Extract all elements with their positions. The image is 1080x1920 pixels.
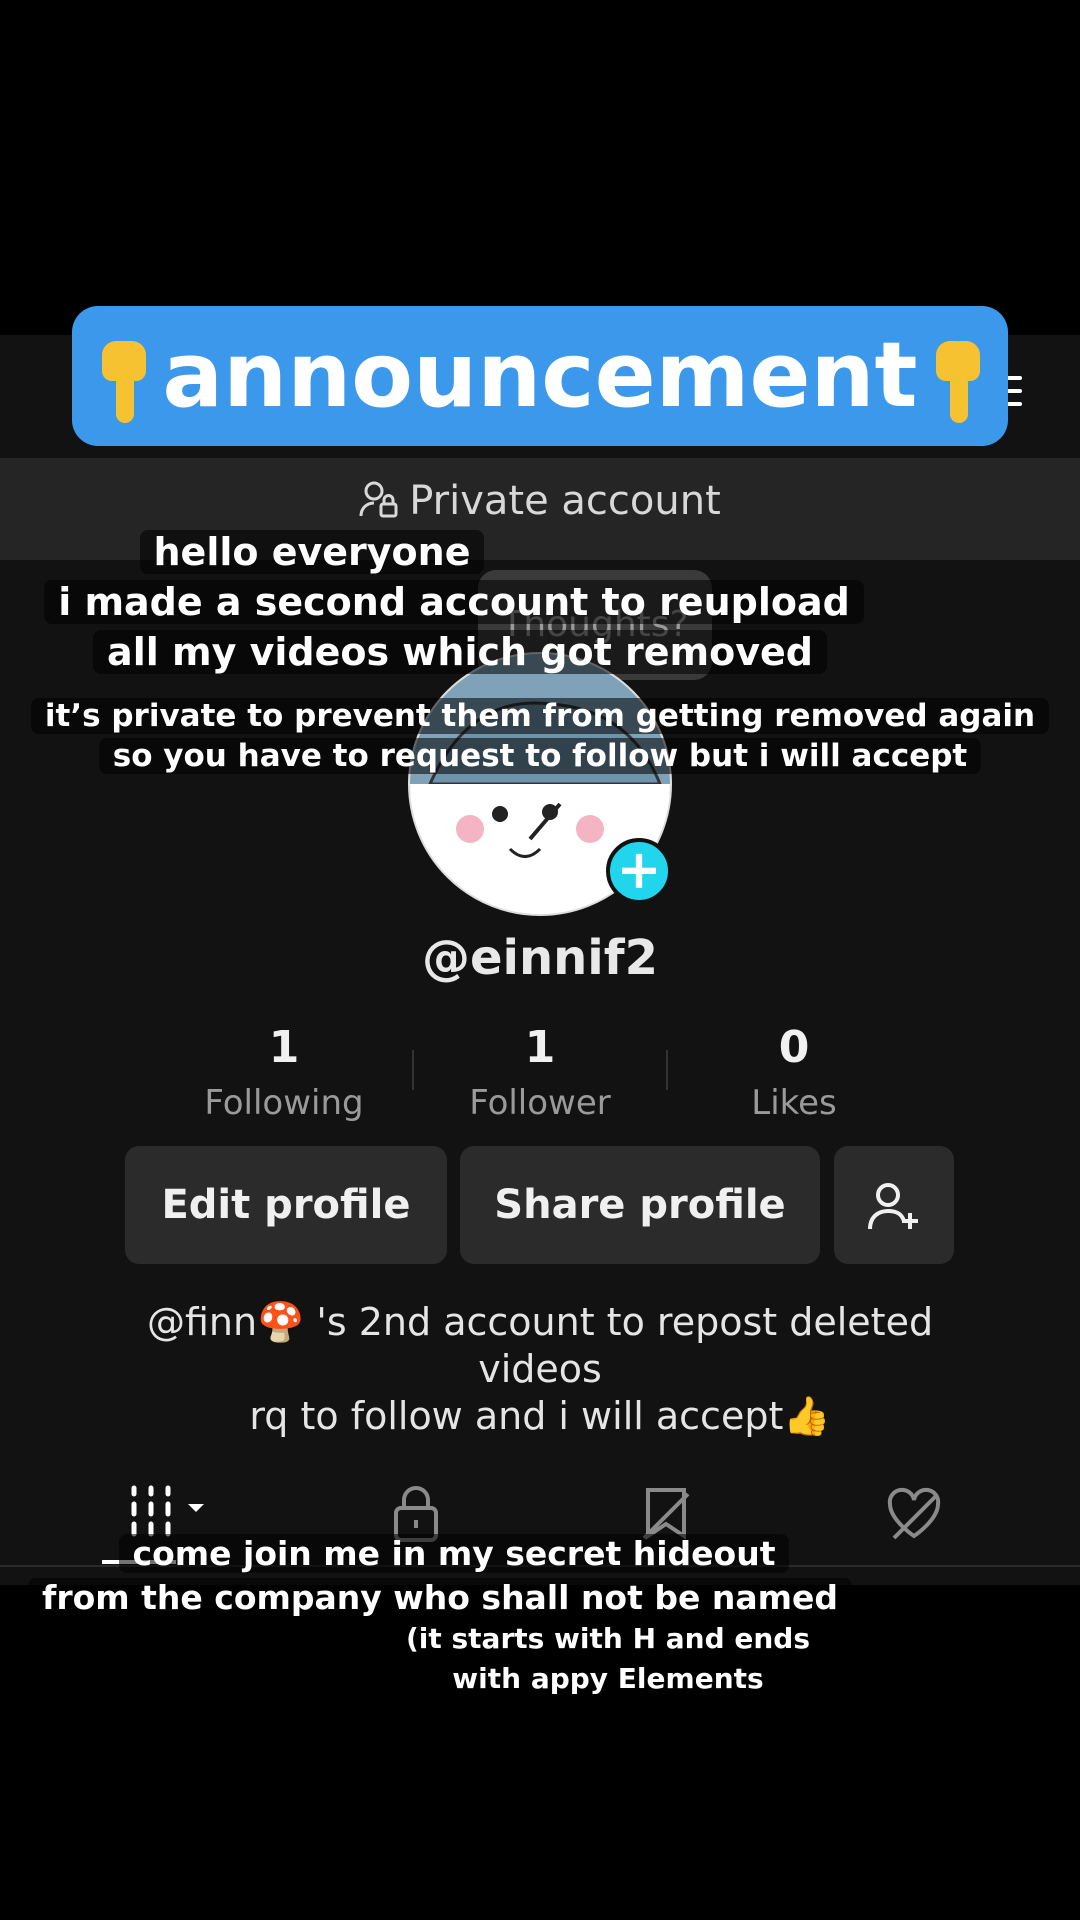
- add-story-button[interactable]: +: [606, 838, 672, 904]
- caption-line: from the company who shall not be named: [0, 1578, 980, 1618]
- announcement-text: announcement: [162, 323, 918, 428]
- stat-likes[interactable]: 0 Likes: [664, 1022, 924, 1123]
- user-lock-icon: [359, 481, 398, 518]
- edit-profile-button[interactable]: Edit profile: [125, 1146, 447, 1264]
- add-friends-button[interactable]: [834, 1146, 954, 1264]
- stat-followers[interactable]: 1 Follower: [410, 1022, 670, 1123]
- bio-line: videos: [478, 1347, 602, 1391]
- caption-line: it’s private to prevent them from gettin…: [0, 698, 1080, 735]
- caption-line: i made a second account to reupload: [0, 580, 994, 626]
- caption-line: (it starts with H and ends: [68, 1622, 1080, 1656]
- caption-line: come join me in my secret hideout: [0, 1534, 994, 1574]
- bio-line: rq to follow and i will accept👍: [249, 1394, 831, 1438]
- bio-line: @finn🍄 's 2nd account to repost deleted: [146, 1300, 934, 1344]
- private-account-notice: Private account: [0, 478, 1080, 524]
- share-profile-button[interactable]: Share profile: [460, 1146, 820, 1264]
- caption-line: hello everyone: [0, 530, 852, 576]
- hand-pointing-down-icon: [94, 337, 152, 425]
- caption-line: so you have to request to follow but i w…: [0, 738, 1080, 775]
- username: @einnif2: [421, 930, 659, 986]
- add-user-icon: [868, 1183, 918, 1230]
- stat-following[interactable]: 1 Following: [154, 1022, 414, 1123]
- announcement-banner: announcement: [72, 306, 1008, 446]
- caption-line: all my videos which got removed: [0, 630, 1000, 676]
- caption-line: with appy Elements: [68, 1662, 1080, 1696]
- hand-pointing-down-icon: [928, 337, 986, 425]
